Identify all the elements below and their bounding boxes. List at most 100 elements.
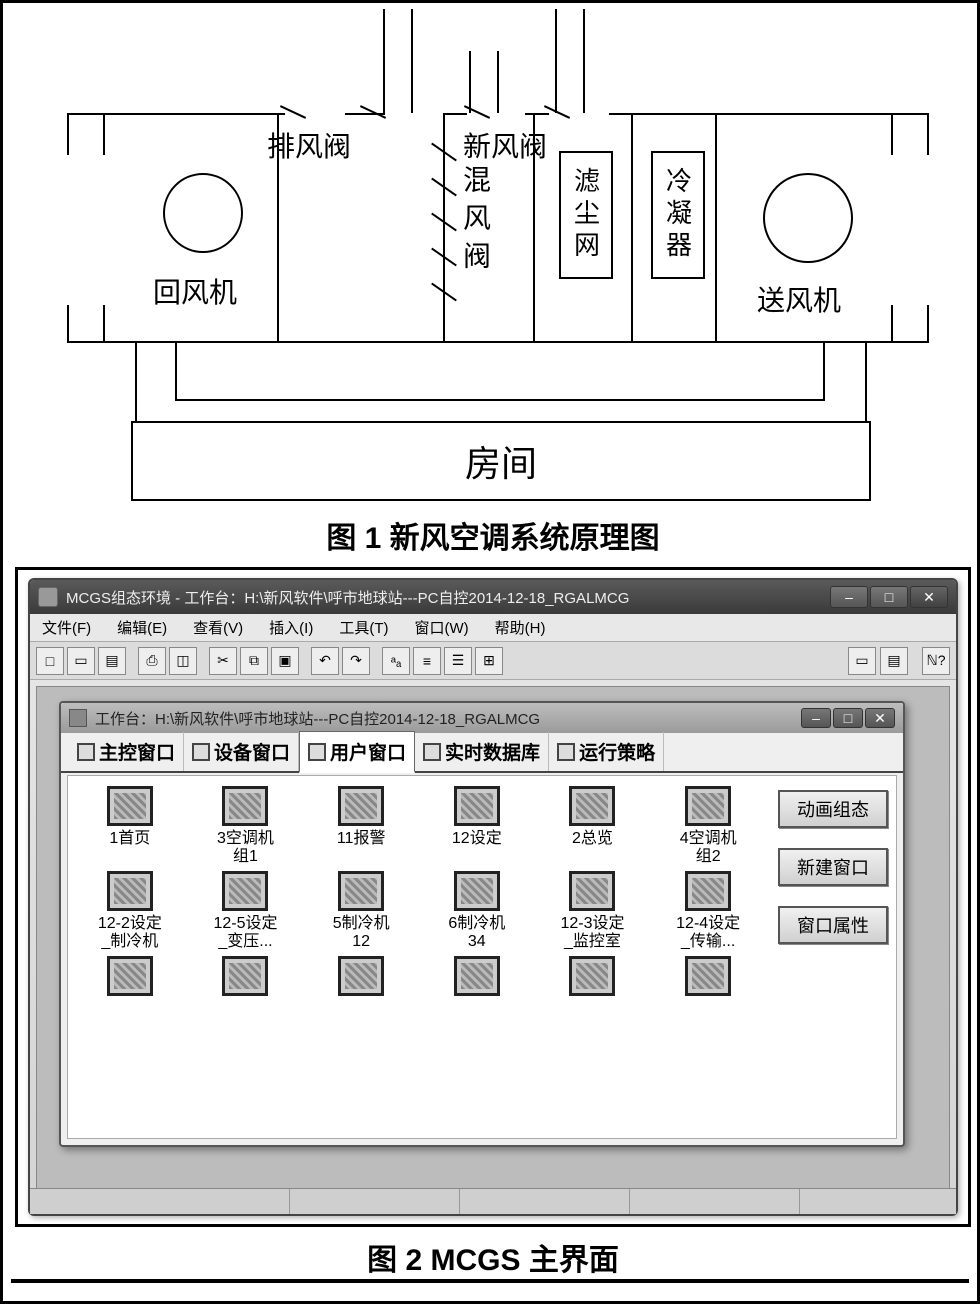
menubar: 文件(F) 编辑(E) 查看(V) 插入(I) 工具(T) 窗口(W) 帮助(H… [30,614,956,642]
app-icon [38,587,58,607]
tab-label: 主控窗口 [99,738,175,765]
close-button[interactable]: ✕ [910,586,948,608]
window-item[interactable] [190,956,302,1034]
window-icon [454,786,500,826]
window-label: 3空调机 组1 [217,830,274,865]
menu-help[interactable]: 帮助(H) [489,615,552,640]
tb-right1-icon[interactable]: ▭ [848,647,876,675]
duct-left-cap [67,113,103,343]
fig2-screenshot: MCGS组态环境 - 工作台：H:\新风软件\呼市地球站---PC自控2014-… [15,567,971,1227]
menu-view[interactable]: 查看(V) [187,615,249,640]
child-body: 1首页 3空调机 组1 11报警12设定2总览4空调机 组2 12-2设定 _制冷机 1… [67,775,897,1139]
tab-strategy[interactable]: 运行策略 [549,732,664,771]
tb-print-icon[interactable]: ⎙ [138,647,166,675]
tb-copy-icon[interactable]: ⧉ [240,647,268,675]
window-item[interactable]: 12-4设定 _传输... [652,871,764,950]
tb-open-icon[interactable]: ▭ [67,647,95,675]
tabs-bar: 主控窗口 设备窗口 用户窗口 实时数据库 运行策略 [61,733,903,773]
window-icon [107,786,153,826]
window-item[interactable]: 4空调机 组2 [652,786,764,865]
window-item[interactable]: 6制冷机 34 [421,871,533,950]
tab-label: 运行策略 [579,738,655,765]
menu-window[interactable]: 窗口(W) [408,615,474,640]
window-icon [338,786,384,826]
tb-undo-icon[interactable]: ↶ [311,647,339,675]
tab-realtime-db[interactable]: 实时数据库 [415,732,549,771]
tb-b-icon[interactable]: ≡ [413,647,441,675]
btn-animation[interactable]: 动画组态 [778,790,888,828]
window-icon [454,871,500,911]
fig2-caption: 图 2 MCGS 主界面 [3,1235,980,1279]
btn-window-props[interactable]: 窗口属性 [778,906,888,944]
footer-rule [11,1279,969,1283]
tb-list-icon[interactable]: ☰ [444,647,472,675]
window-icon [107,871,153,911]
tb-paste-icon[interactable]: ▣ [271,647,299,675]
tb-redo-icon[interactable]: ↷ [342,647,370,675]
window-item[interactable]: 5制冷机 12 [305,871,417,950]
window-item[interactable]: 3空调机 组1 [190,786,302,865]
window-item[interactable] [652,956,764,1034]
menu-tools[interactable]: 工具(T) [333,615,394,640]
window-item[interactable]: 1首页 [74,786,186,865]
window-label: 12-2设定 _制冷机 [98,915,162,950]
window-item[interactable]: 11报警 [305,786,417,865]
minimize-button[interactable]: – [830,586,868,608]
window-label: 6制冷机 34 [448,915,505,950]
window-item[interactable] [305,956,417,1034]
menu-edit[interactable]: 编辑(E) [111,615,173,640]
mixing-valve-marks [443,131,445,331]
tb-a-icon[interactable]: ᵃₐ [382,647,410,675]
tb-save-icon[interactable]: ▤ [98,647,126,675]
window-item[interactable] [537,956,649,1034]
titlebar[interactable]: MCGS组态环境 - 工作台：H:\新风软件\呼市地球站---PC自控2014-… [30,580,956,614]
tab-device[interactable]: 设备窗口 [184,732,299,771]
tab-user-window[interactable]: 用户窗口 [299,731,415,773]
window-icon [685,786,731,826]
tb-new-icon[interactable]: □ [36,647,64,675]
child-titlebar[interactable]: 工作台：H:\新风软件\呼市地球站---PC自控2014-12-18_RGALM… [61,703,903,733]
tb-right2-icon[interactable]: ▤ [880,647,908,675]
label-fresh-valve: 新风阀 [463,125,547,165]
window-item[interactable]: 12-2设定 _制冷机 [74,871,186,950]
child-app-icon [69,709,87,727]
tb-preview-icon[interactable]: ◫ [169,647,197,675]
window-icon [338,956,384,996]
window-icon [685,956,731,996]
window-item[interactable]: 12-5设定 _变压... [190,871,302,950]
window-icon [569,786,615,826]
window-icon [107,956,153,996]
child-maximize-button[interactable]: □ [833,708,863,728]
child-close-button[interactable]: ✕ [865,708,895,728]
tb-cut-icon[interactable]: ✂ [209,647,237,675]
toolbar: □ ▭ ▤ ⎙ ◫ ✂ ⧉ ▣ ↶ ↷ ᵃₐ ≡ ☰ ⊞ ▭ [30,642,956,680]
label-return-fan: 回风机 [153,271,237,311]
tb-help-icon[interactable]: ℕ? [922,647,950,675]
child-title-text: 工作台：H:\新风软件\呼市地球站---PC自控2014-12-18_RGALM… [95,708,540,729]
mdi-client: 工作台：H:\新风软件\呼市地球站---PC自控2014-12-18_RGALM… [36,686,950,1206]
room-box: 房间 [131,421,871,501]
child-minimize-button[interactable]: – [801,708,831,728]
window-item[interactable] [74,956,186,1034]
duct-right-cap [893,113,929,343]
tb-grid-icon[interactable]: ⊞ [475,647,503,675]
mcgs-main-window: MCGS组态环境 - 工作台：H:\新风软件\呼市地球站---PC自控2014-… [28,578,958,1216]
label-exhaust-valve: 排风阀 [267,125,351,165]
tab-main-control[interactable]: 主控窗口 [69,732,184,771]
tab-label: 用户窗口 [330,738,406,765]
menu-insert[interactable]: 插入(I) [263,615,319,640]
btn-new-window[interactable]: 新建窗口 [778,848,888,886]
worktable-window: 工作台：H:\新风软件\呼市地球站---PC自控2014-12-18_RGALM… [59,701,905,1147]
side-buttons: 动画组态 新建窗口 窗口属性 [770,776,896,1138]
tab-icon [557,743,575,761]
window-item[interactable]: 12设定 [421,786,533,865]
menu-file[interactable]: 文件(F) [36,615,97,640]
window-label: 12-5设定 _变压... [213,915,277,950]
window-label: 5制冷机 12 [333,915,390,950]
window-icon [454,956,500,996]
window-item[interactable]: 2总览 [537,786,649,865]
maximize-button[interactable]: □ [870,586,908,608]
window-item[interactable] [421,956,533,1034]
window-item[interactable]: 12-3设定 _监控室 [537,871,649,950]
filter-box: 滤尘网 [559,151,613,279]
